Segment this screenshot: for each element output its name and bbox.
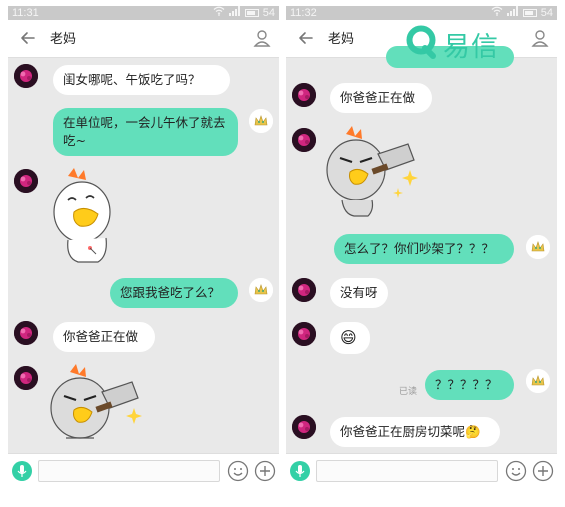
message-input[interactable] — [316, 460, 498, 482]
message-bubble-incoming[interactable]: 你爸爸正在做 — [53, 322, 155, 352]
status-time: 11:32 — [290, 7, 317, 19]
message-bubble-outgoing[interactable]: 您跟我爸吃了么？ — [110, 278, 238, 308]
message-bubble-incoming[interactable]: 闺女哪呢、午饭吃了吗？ — [53, 65, 230, 95]
chat-header: 老妈 — [8, 20, 279, 58]
contact-avatar[interactable] — [14, 366, 38, 390]
sticker-chicken-cleaver[interactable] — [48, 364, 148, 460]
message-bubble-outgoing[interactable]: 在单位呢，一会儿午休了就去吃~ — [53, 108, 238, 156]
signal-icon — [228, 6, 241, 20]
message-text: 你爸爸正在厨房切菜呢 — [340, 424, 466, 439]
contact-profile-icon[interactable] — [251, 27, 273, 49]
contact-profile-icon[interactable] — [529, 27, 551, 49]
message-bubble-incoming[interactable]: 你爸爸正在厨房切菜呢🤔 — [330, 417, 500, 447]
message-bubble-incoming[interactable]: 没有呀 — [330, 278, 388, 308]
status-bar: 11:31 54 — [8, 6, 279, 20]
yixin-logo-icon — [405, 25, 437, 63]
plus-icon[interactable] — [532, 460, 554, 482]
emoji-icon[interactable] — [227, 460, 249, 482]
microphone-icon[interactable] — [12, 461, 32, 481]
sticker-chicken-smile[interactable] — [50, 168, 130, 270]
contact-avatar[interactable] — [292, 83, 316, 107]
my-avatar[interactable] — [526, 369, 550, 393]
message-bubble-outgoing[interactable]: ？？？？？ — [425, 370, 514, 400]
my-avatar[interactable] — [249, 278, 273, 302]
back-arrow-icon[interactable] — [295, 27, 317, 49]
message-input[interactable] — [38, 460, 220, 482]
chat-screen-right: 11:32 54 老妈 你爸爸正在做 怎么了？你们吵架了？？？ 没有呀 😄 已读… — [286, 6, 557, 488]
microphone-icon[interactable] — [290, 461, 310, 481]
emoji-icon[interactable] — [505, 460, 527, 482]
message-bubble-outgoing[interactable]: 怎么了？你们吵架了？？？ — [334, 234, 514, 264]
signal-icon — [506, 6, 519, 20]
plus-icon[interactable] — [254, 460, 276, 482]
sticker-chicken-cleaver[interactable] — [324, 126, 424, 224]
thinking-emoji-icon: 🤔 — [465, 424, 481, 439]
contact-avatar[interactable] — [14, 64, 38, 88]
contact-avatar[interactable] — [292, 322, 316, 346]
contact-avatar[interactable] — [14, 169, 38, 193]
status-bar: 11:32 54 — [286, 6, 557, 20]
chat-title: 老妈 — [50, 31, 77, 46]
wifi-icon — [213, 6, 225, 20]
battery-level: 54 — [262, 7, 275, 19]
contact-avatar[interactable] — [292, 278, 316, 302]
contact-avatar[interactable] — [292, 128, 316, 152]
contact-avatar[interactable] — [14, 321, 38, 345]
watermark-text: 易信 — [443, 31, 499, 63]
my-avatar[interactable] — [249, 109, 273, 133]
battery-icon — [244, 9, 259, 17]
yixin-watermark: 易信 — [405, 25, 499, 63]
read-receipt: 已读 — [399, 386, 418, 396]
wifi-icon — [491, 6, 503, 20]
back-arrow-icon[interactable] — [17, 27, 39, 49]
battery-level: 54 — [540, 7, 553, 19]
contact-avatar[interactable] — [292, 415, 316, 439]
message-input-bar — [8, 453, 279, 488]
chat-screen-left: 11:31 54 老妈 闺女哪呢、午饭吃了吗？ 在单位呢，一会儿午休了就去吃~ — [8, 6, 279, 488]
message-bubble-emoji[interactable]: 😄 — [330, 322, 370, 354]
status-time: 11:31 — [12, 7, 39, 19]
my-avatar[interactable] — [526, 235, 550, 259]
battery-icon — [522, 9, 537, 17]
chat-title: 老妈 — [328, 31, 355, 46]
message-input-bar — [286, 453, 557, 488]
message-bubble-incoming[interactable]: 你爸爸正在做 — [330, 83, 432, 113]
